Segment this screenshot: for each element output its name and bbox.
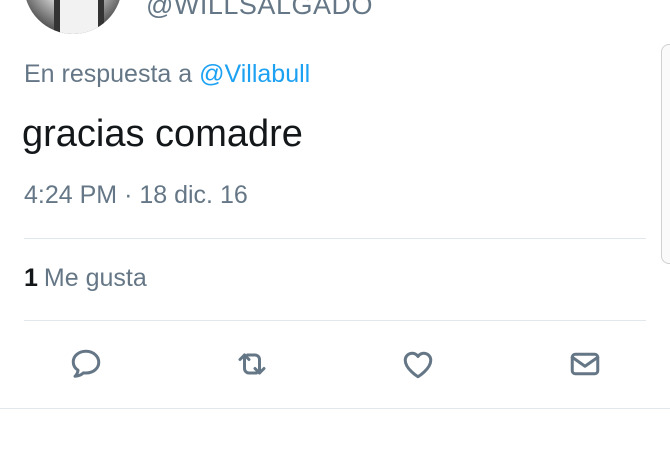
tweet-time: 4:24 PM [24,181,118,209]
direct-message-button[interactable] [565,344,605,384]
reply-button[interactable] [66,344,106,384]
reply-mention-link[interactable]: @Villabull [199,60,310,88]
retweet-button[interactable] [232,344,272,384]
likes-count: 1 [24,264,38,292]
divider [24,320,646,321]
meta-separator: · [124,181,133,209]
heart-icon [403,351,433,379]
likes-label: Me gusta [43,264,147,292]
like-button[interactable] [398,344,438,384]
scroll-indicator[interactable] [661,44,670,264]
divider [24,238,646,239]
speech-bubble-icon [71,349,101,378]
likes-summary[interactable]: 1 Me gusta [24,264,147,293]
tweet-text: gracias comadre [22,113,303,155]
tweet-date: 18 dic. 16 [139,181,248,209]
tweet-timestamp[interactable]: 4:24 PM · 18 dic. 16 [24,181,248,210]
retweet-icon [238,353,266,375]
reply-prefix: En respuesta a [24,60,193,88]
divider [0,408,670,409]
user-handle[interactable]: @WILLSALGADO [146,0,373,21]
envelope-icon [570,352,600,376]
tweet-detail-view: @WILLSALGADO En respuesta a @Villabull g… [0,0,670,470]
reply-context: En respuesta a @Villabull [24,60,310,89]
avatar[interactable] [24,0,122,34]
avatar-figure [54,0,104,34]
